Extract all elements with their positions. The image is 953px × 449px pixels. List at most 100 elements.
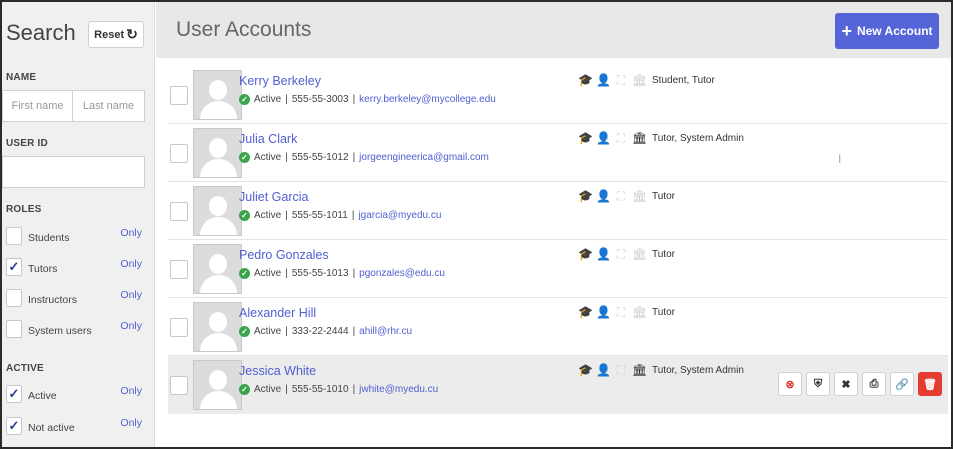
role-filter-students[interactable]: Students Only [6, 226, 146, 248]
tutor-role-icon[interactable]: 👤 [596, 74, 611, 86]
user-name-link[interactable]: Julia Clark [239, 132, 297, 146]
row-checkbox[interactable] [170, 376, 188, 395]
instructor-role-icon[interactable]: ⛶ [614, 306, 628, 318]
user-row[interactable]: Alexander Hill ✓ Active | 333-22-2444 | … [168, 298, 948, 356]
not-active-checkbox[interactable]: ✓ [6, 417, 22, 435]
active-option-label: Active [28, 390, 57, 402]
avatar [193, 360, 242, 410]
student-role-icon[interactable]: 🎓 [578, 306, 593, 318]
admin-role-icon[interactable]: 🏛 [632, 74, 647, 86]
shield-button[interactable]: ⛨ [806, 372, 830, 396]
print-button[interactable]: ⎙ [862, 372, 886, 396]
only-link[interactable]: Only [120, 385, 142, 397]
avatar-body [200, 391, 237, 409]
email-link[interactable]: jorgeengineerica@gmail.com [359, 152, 489, 163]
row-checkbox[interactable] [170, 260, 188, 279]
only-link[interactable]: Only [120, 320, 142, 332]
instructor-role-icon[interactable]: ⛶ [614, 190, 628, 202]
user-name-link[interactable]: Kerry Berkeley [239, 74, 321, 88]
user-name-link[interactable]: Juliet Garcia [239, 190, 308, 204]
instructor-role-icon[interactable]: ⛶ [614, 248, 628, 260]
student-role-icon[interactable]: 🎓 [578, 132, 593, 144]
active-filter-not-active[interactable]: ✓ Not active Only [6, 416, 146, 438]
roles-text: Tutor [652, 190, 675, 202]
last-name-input[interactable]: Last name [72, 90, 145, 122]
separator: | [352, 94, 356, 105]
row-checkbox[interactable] [170, 318, 188, 337]
row-checkbox[interactable] [170, 86, 188, 105]
tutor-role-icon[interactable]: 👤 [596, 190, 611, 202]
admin-role-icon[interactable]: 🏛 [632, 306, 647, 318]
admin-role-icon[interactable]: 🏛 [632, 364, 647, 376]
user-row[interactable]: Julia Clark ✓ Active | 555-55-1012 | jor… [168, 124, 948, 182]
new-account-button[interactable]: + New Account [835, 13, 939, 49]
row-checkbox[interactable] [170, 144, 188, 163]
tutor-role-icon[interactable]: 👤 [596, 306, 611, 318]
only-link[interactable]: Only [120, 227, 142, 239]
role-filter-system-users[interactable]: System users Only [6, 319, 146, 341]
avatar [193, 128, 242, 178]
user-row[interactable]: Juliet Garcia ✓ Active | 555-55-1011 | j… [168, 182, 948, 240]
user-meta: ✓ Active | 555-55-1010 | jwhite@myedu.cu [239, 384, 438, 395]
tutors-checkbox[interactable]: ✓ [6, 258, 22, 276]
email-link[interactable]: kerry.berkeley@mycollege.edu [359, 94, 496, 105]
user-row[interactable]: Kerry Berkeley ✓ Active | 555-55-3003 | … [168, 66, 948, 124]
tutor-role-icon[interactable]: 👤 [596, 364, 611, 376]
user-name-link[interactable]: Alexander Hill [239, 306, 316, 320]
student-role-icon[interactable]: 🎓 [578, 248, 593, 260]
separator: | [285, 152, 288, 163]
user-name-link[interactable]: Pedro Gonzales [239, 248, 329, 262]
instructor-role-icon[interactable]: ⛶ [614, 74, 628, 86]
tools-button[interactable]: ✖ [834, 372, 858, 396]
email-link[interactable]: jwhite@myedu.cu [359, 384, 438, 395]
active-filter-active[interactable]: ✓ Active Only [6, 384, 146, 406]
avatar-body [200, 159, 237, 177]
link-button[interactable]: 🔗 [890, 372, 914, 396]
students-checkbox[interactable] [6, 227, 22, 245]
student-role-icon[interactable]: 🎓 [578, 190, 593, 202]
only-link[interactable]: Only [120, 417, 142, 429]
userid-label: USER ID [6, 138, 48, 149]
phone-text: 555-55-3003 [291, 94, 349, 105]
deactivate-button[interactable]: ⊗ [778, 372, 802, 396]
active-checkbox[interactable]: ✓ [6, 385, 22, 403]
system-users-checkbox[interactable] [6, 320, 22, 338]
student-role-icon[interactable]: 🎓 [578, 364, 593, 376]
avatar-head [209, 196, 227, 216]
check-circle-icon: ✓ [239, 152, 250, 163]
avatar [193, 70, 242, 120]
user-row[interactable]: Pedro Gonzales ✓ Active | 555-55-1013 | … [168, 240, 948, 298]
user-row[interactable]: Jessica White ✓ Active | 555-55-1010 | j… [168, 356, 948, 414]
new-account-label: New Account [856, 24, 933, 38]
reset-button[interactable]: Reset ↻ [88, 21, 144, 48]
userid-input[interactable] [2, 156, 145, 188]
role-filter-tutors[interactable]: ✓ Tutors Only [6, 257, 146, 279]
role-label: Instructors [28, 294, 78, 306]
role-filter-instructors[interactable]: Instructors Only [6, 288, 146, 310]
user-name-link[interactable]: Jessica White [239, 364, 316, 378]
email-link[interactable]: pgonzales@edu.cu [359, 268, 445, 279]
email-link[interactable]: jgarcia@myedu.cu [358, 210, 441, 221]
tutor-role-icon[interactable]: 👤 [596, 132, 611, 144]
separator: | [285, 326, 288, 337]
email-link[interactable]: ahill@rhr.cu [359, 326, 412, 337]
name-label: NAME [6, 72, 37, 83]
instructor-role-icon[interactable]: ⛶ [614, 364, 628, 376]
plus-icon: + [841, 21, 852, 41]
row-checkbox[interactable] [170, 202, 188, 221]
only-link[interactable]: Only [120, 258, 142, 270]
role-icons: 🎓 👤 ⛶ 🏛 Tutor [578, 248, 675, 260]
instructor-role-icon[interactable]: ⛶ [614, 132, 628, 144]
admin-role-icon[interactable]: 🏛 [632, 132, 647, 144]
separator: | [351, 210, 355, 221]
admin-role-icon[interactable]: 🏛 [632, 248, 647, 260]
first-name-input[interactable]: First name [2, 90, 73, 122]
admin-role-icon[interactable]: 🏛 [632, 190, 647, 202]
header-bar: User Accounts + New Account [156, 2, 951, 58]
sidebar-title: Search [6, 20, 76, 45]
student-role-icon[interactable]: 🎓 [578, 74, 593, 86]
trash-button[interactable]: 🗑 [918, 372, 942, 396]
only-link[interactable]: Only [120, 289, 142, 301]
instructors-checkbox[interactable] [6, 289, 22, 307]
tutor-role-icon[interactable]: 👤 [596, 248, 611, 260]
